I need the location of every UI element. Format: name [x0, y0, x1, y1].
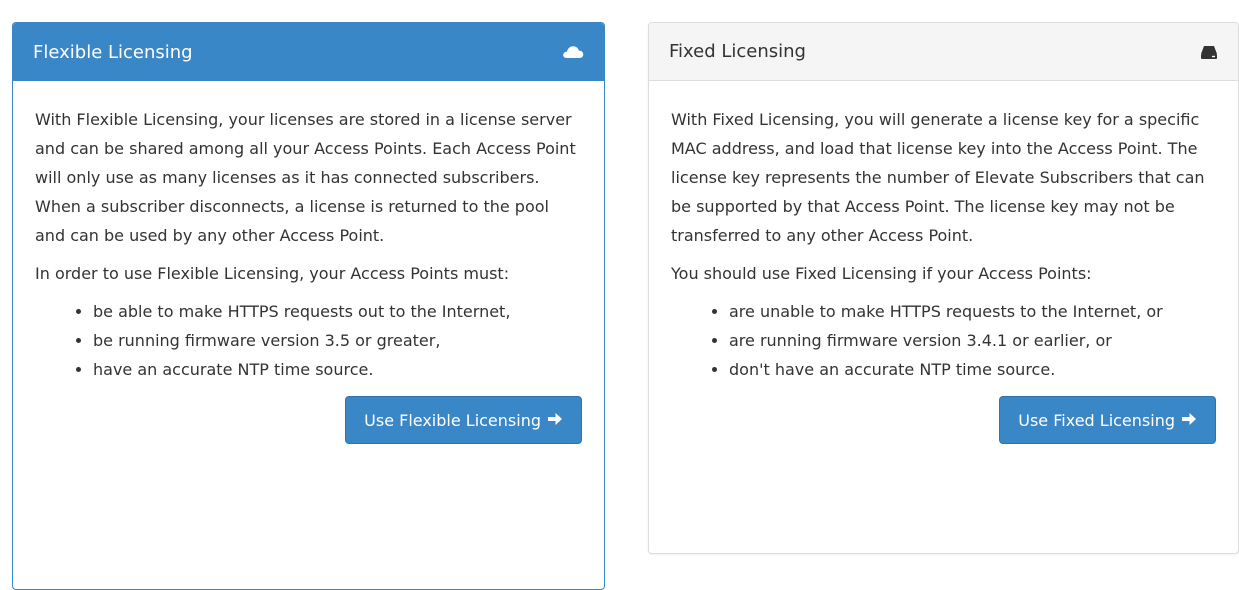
list-item: be running firmware version 3.5 or great…	[93, 326, 584, 355]
fixed-licensing-panel: Fixed Licensing With Fixed Licensing, yo…	[648, 22, 1239, 554]
flexible-licensing-title: Flexible Licensing	[33, 41, 193, 63]
cloud-icon	[562, 45, 584, 59]
arrow-right-icon	[547, 411, 563, 430]
list-item: have an accurate NTP time source.	[93, 355, 584, 384]
use-fixed-licensing-button[interactable]: Use Fixed Licensing	[999, 396, 1216, 444]
hdd-icon	[1200, 44, 1218, 60]
flexible-licensing-heading: Flexible Licensing	[13, 23, 604, 81]
fixed-licensing-heading: Fixed Licensing	[649, 23, 1238, 81]
use-fixed-licensing-label: Use Fixed Licensing	[1018, 410, 1175, 430]
use-flexible-licensing-label: Use Flexible Licensing	[364, 410, 541, 430]
list-item: are unable to make HTTPS requests to the…	[729, 297, 1218, 326]
list-item: are running firmware version 3.4.1 or ea…	[729, 326, 1218, 355]
flexible-requirements-list: be able to make HTTPS requests out to th…	[35, 297, 584, 384]
list-item: don't have an accurate NTP time source.	[729, 355, 1218, 384]
fixed-conditions-list: are unable to make HTTPS requests to the…	[671, 297, 1218, 384]
flexible-licensing-body: With Flexible Licensing, your licenses a…	[13, 81, 604, 444]
fixed-licensing-body: With Fixed Licensing, you will generate …	[649, 81, 1238, 444]
fixed-licensing-title: Fixed Licensing	[669, 41, 806, 62]
arrow-right-icon	[1181, 411, 1197, 430]
flexible-requirements-intro: In order to use Flexible Licensing, your…	[35, 264, 510, 283]
list-item: be able to make HTTPS requests out to th…	[93, 297, 584, 326]
flexible-description: With Flexible Licensing, your licenses a…	[35, 110, 576, 245]
fixed-conditions-intro: You should use Fixed Licensing if your A…	[671, 264, 1092, 283]
fixed-description: With Fixed Licensing, you will generate …	[671, 110, 1205, 245]
use-flexible-licensing-button[interactable]: Use Flexible Licensing	[345, 396, 582, 444]
flexible-licensing-panel: Flexible Licensing With Flexible Licensi…	[12, 22, 605, 590]
